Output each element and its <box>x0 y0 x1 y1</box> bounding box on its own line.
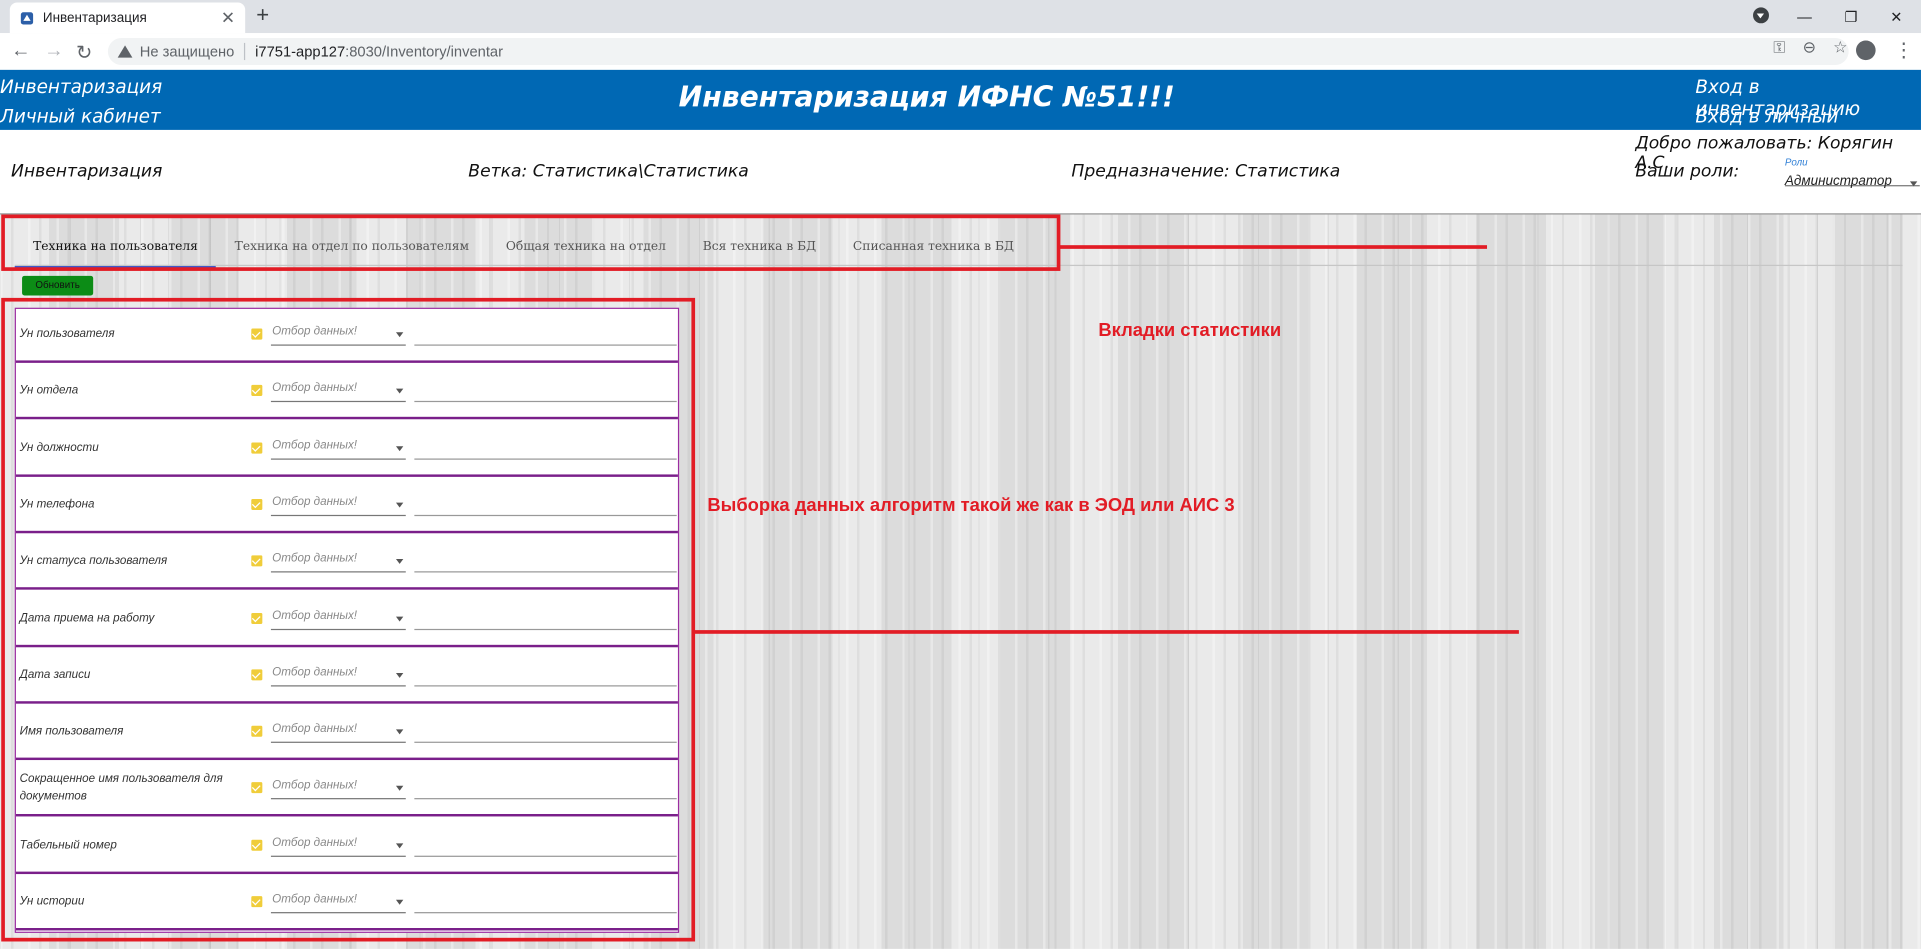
minimize-button[interactable]: — <box>1780 0 1829 33</box>
browser-tabstrip: Инвентаризация ✕ + — ❐ ✕ <box>0 0 1921 34</box>
url-host: i7751-app127 <box>255 42 346 61</box>
tab-search-icon[interactable] <box>1753 7 1769 24</box>
section-title: Инвентаризация <box>11 161 163 182</box>
bookmark-star-icon[interactable]: ☆ <box>1833 38 1847 58</box>
zoom-icon[interactable]: ⊖ <box>1803 38 1816 58</box>
filters-highlight-box <box>1 297 696 942</box>
filters-pointer-line <box>693 630 1519 634</box>
reload-button[interactable]: ↻ <box>76 40 92 65</box>
url-input[interactable]: Не защищено i7751-app127:8030/Inventory/… <box>107 38 1849 65</box>
address-bar: ← → ↻ Не защищено i7751-app127:8030/Inve… <box>0 33 1921 72</box>
back-button[interactable]: ← <box>11 40 31 62</box>
info-bar: Инвентаризация Ветка: Статистика\Статист… <box>0 129 1921 214</box>
browser-tab-title: Инвентаризация <box>42 10 147 26</box>
tabs-highlight-box <box>1 214 1061 271</box>
site-favicon-icon <box>20 11 34 24</box>
branch-text: Ветка: Статистика\Статистика <box>468 161 749 182</box>
chevron-down-icon[interactable] <box>1909 181 1918 187</box>
browser-tab[interactable]: Инвентаризация ✕ <box>9 2 246 34</box>
window-close-button[interactable]: ✕ <box>1872 0 1921 33</box>
filters-annotation: Выборка данных алгоритм такой же как в Э… <box>707 495 1235 517</box>
purpose-text: Предназначение: Статистика <box>1071 161 1341 182</box>
url-path: :8030/Inventory/inventar <box>345 42 503 61</box>
roles-label: Ваши роли: <box>1635 161 1740 182</box>
forward-button[interactable]: → <box>44 40 64 62</box>
site-title: Инвентаризация ИФНС №51!!! <box>678 82 1175 115</box>
key-icon[interactable]: ⚿ <box>1773 38 1785 58</box>
site-header: Инвентаризация Личный кабинет Инвентариз… <box>0 69 1921 150</box>
browser-menu-icon[interactable]: ⋮ <box>1894 38 1914 63</box>
new-tab-button[interactable]: + <box>256 2 269 28</box>
tabs-annotation: Вкладки статистики <box>1098 319 1282 341</box>
security-label: Не защищено <box>139 42 235 61</box>
roles-select-value: Администратор <box>1784 174 1892 189</box>
tab-close-icon[interactable]: ✕ <box>218 7 238 28</box>
tabs-pointer-line <box>1059 245 1488 249</box>
omnibox-divider <box>244 42 246 61</box>
restore-button[interactable]: ❐ <box>1827 0 1876 33</box>
omnibox-actions: ⚿ ⊖ ☆ <box>1773 38 1847 58</box>
warning-icon[interactable] <box>117 44 133 59</box>
refresh-button[interactable]: Обновить <box>22 275 94 296</box>
roles-select-label: Роли <box>1784 156 1808 168</box>
profile-avatar-icon[interactable] <box>1856 40 1876 61</box>
